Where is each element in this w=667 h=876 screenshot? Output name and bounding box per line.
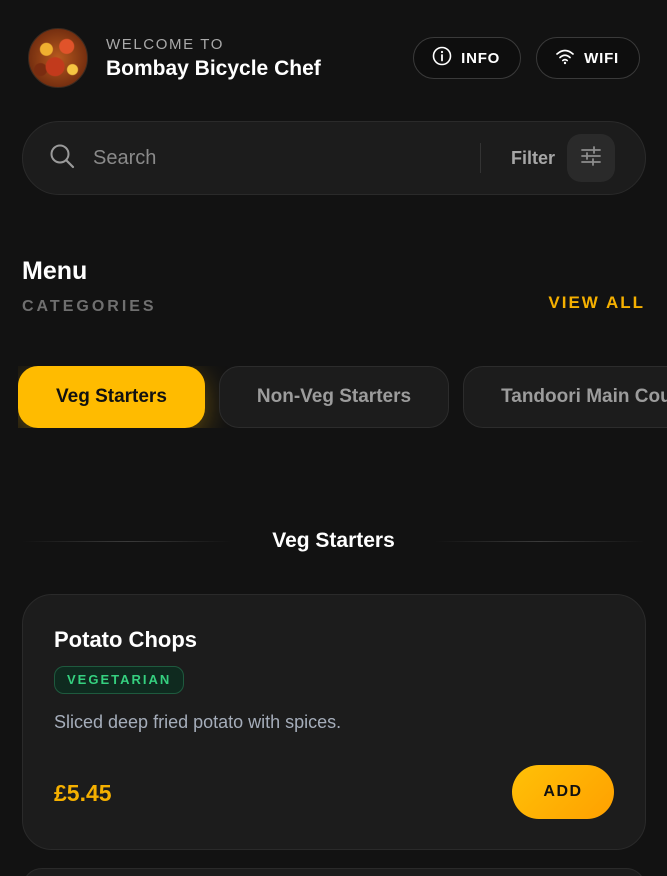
info-label: INFO bbox=[461, 49, 501, 67]
category-chip-veg-starters[interactable]: Veg Starters bbox=[18, 366, 205, 428]
info-icon bbox=[432, 46, 452, 70]
menu-item-card-next bbox=[22, 868, 646, 876]
category-chip-tandoori-main-course[interactable]: Tandoori Main Course bbox=[463, 366, 667, 428]
view-all-link[interactable]: VIEW ALL bbox=[548, 293, 645, 313]
add-button[interactable]: ADD bbox=[512, 765, 614, 819]
filter-button[interactable] bbox=[567, 134, 615, 182]
sliders-icon bbox=[580, 145, 602, 171]
header: WELCOME TO Bombay Bicycle Chef INFO WIFI bbox=[28, 28, 640, 88]
search-input[interactable] bbox=[93, 146, 453, 170]
section-divider-right bbox=[434, 540, 646, 542]
info-button[interactable]: INFO bbox=[413, 37, 522, 79]
section-heading: Veg Starters bbox=[22, 526, 646, 556]
item-description: Sliced deep fried potato with spices. bbox=[54, 712, 342, 732]
search-icon bbox=[49, 143, 75, 174]
filter-label[interactable]: Filter bbox=[511, 148, 555, 169]
category-chip-non-veg-starters[interactable]: Non-Veg Starters bbox=[218, 366, 450, 428]
header-actions: INFO WIFI bbox=[413, 37, 640, 79]
restaurant-name: Bombay Bicycle Chef bbox=[106, 56, 321, 80]
wifi-button[interactable]: WIFI bbox=[536, 37, 640, 79]
welcome-label: WELCOME TO bbox=[106, 35, 224, 53]
menu-item-card: Potato Chops VEGETARIAN Sliced deep frie… bbox=[22, 594, 646, 850]
item-price: £5.45 bbox=[54, 780, 112, 806]
menu-title: Menu bbox=[22, 257, 88, 285]
section-title: Veg Starters bbox=[272, 529, 395, 552]
vegetarian-badge: VEGETARIAN bbox=[54, 666, 185, 694]
section-divider-left bbox=[22, 540, 233, 542]
restaurant-logo bbox=[28, 28, 88, 88]
wifi-label: WIFI bbox=[584, 49, 619, 67]
categories-label: CATEGORIES bbox=[22, 298, 157, 315]
item-name: Potato Chops bbox=[54, 627, 197, 652]
wifi-icon bbox=[555, 47, 575, 69]
search-divider bbox=[479, 143, 481, 173]
category-chips: Veg Starters Non-Veg Starters Tandoori M… bbox=[18, 366, 667, 428]
brand: WELCOME TO Bombay Bicycle Chef bbox=[106, 36, 321, 81]
search-bar: Filter bbox=[22, 121, 646, 195]
